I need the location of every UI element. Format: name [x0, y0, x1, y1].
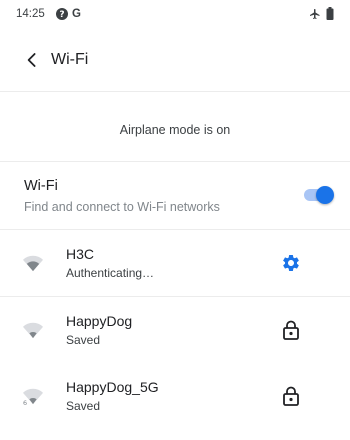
arrow-back-icon — [27, 53, 36, 67]
divider — [0, 296, 350, 297]
network-name: HappyDog_5G — [66, 379, 159, 395]
wifi-toggle-subtitle: Find and connect to Wi-Fi networks — [24, 200, 220, 214]
network-row-happydog[interactable]: HappyDog Saved — [0, 298, 350, 362]
battery-icon — [326, 7, 334, 20]
network-name: HappyDog — [66, 313, 133, 329]
wifi-toggle-switch[interactable] — [302, 185, 334, 205]
status-time: 14:25 — [16, 8, 45, 20]
gear-icon — [282, 255, 299, 271]
network-settings-button[interactable] — [279, 251, 303, 275]
svg-text:?: ? — [59, 10, 64, 20]
divider — [0, 91, 350, 92]
wifi-signal-icon — [23, 255, 43, 272]
network-status: Saved — [66, 399, 101, 413]
secured-network-indicator — [279, 384, 303, 408]
network-row-h3c[interactable]: H3C Authenticating… — [0, 231, 350, 295]
wifi-toggle-row[interactable]: Wi-Fi Find and connect to Wi-Fi networks — [0, 162, 350, 228]
wifi-toggle-title: Wi-Fi — [24, 178, 58, 194]
airplane-mode-banner: Airplane mode is on — [119, 123, 231, 137]
back-button[interactable] — [18, 46, 46, 74]
network-status: Authenticating… — [66, 266, 155, 280]
network-name: H3C — [66, 246, 95, 262]
network-status: Saved — [66, 333, 101, 347]
google-g-icon: G — [72, 8, 81, 20]
help-circle-icon: ? — [56, 8, 68, 20]
status-bar: 14:25 ? G — [0, 0, 350, 28]
lock-icon — [283, 320, 299, 340]
network-row-happydog-5g[interactable]: 6 HappyDog_5G Saved — [0, 364, 350, 428]
page-title: Wi-Fi — [51, 51, 89, 68]
wifi-signal-icon: 6 — [23, 388, 43, 406]
toggle-thumb — [316, 186, 334, 204]
secured-network-indicator — [279, 318, 303, 342]
lock-icon — [283, 386, 299, 406]
wifi-band-label: 6 — [23, 400, 27, 406]
wifi-signal-icon — [23, 322, 43, 339]
divider — [0, 229, 350, 230]
airplane-icon — [310, 9, 320, 19]
